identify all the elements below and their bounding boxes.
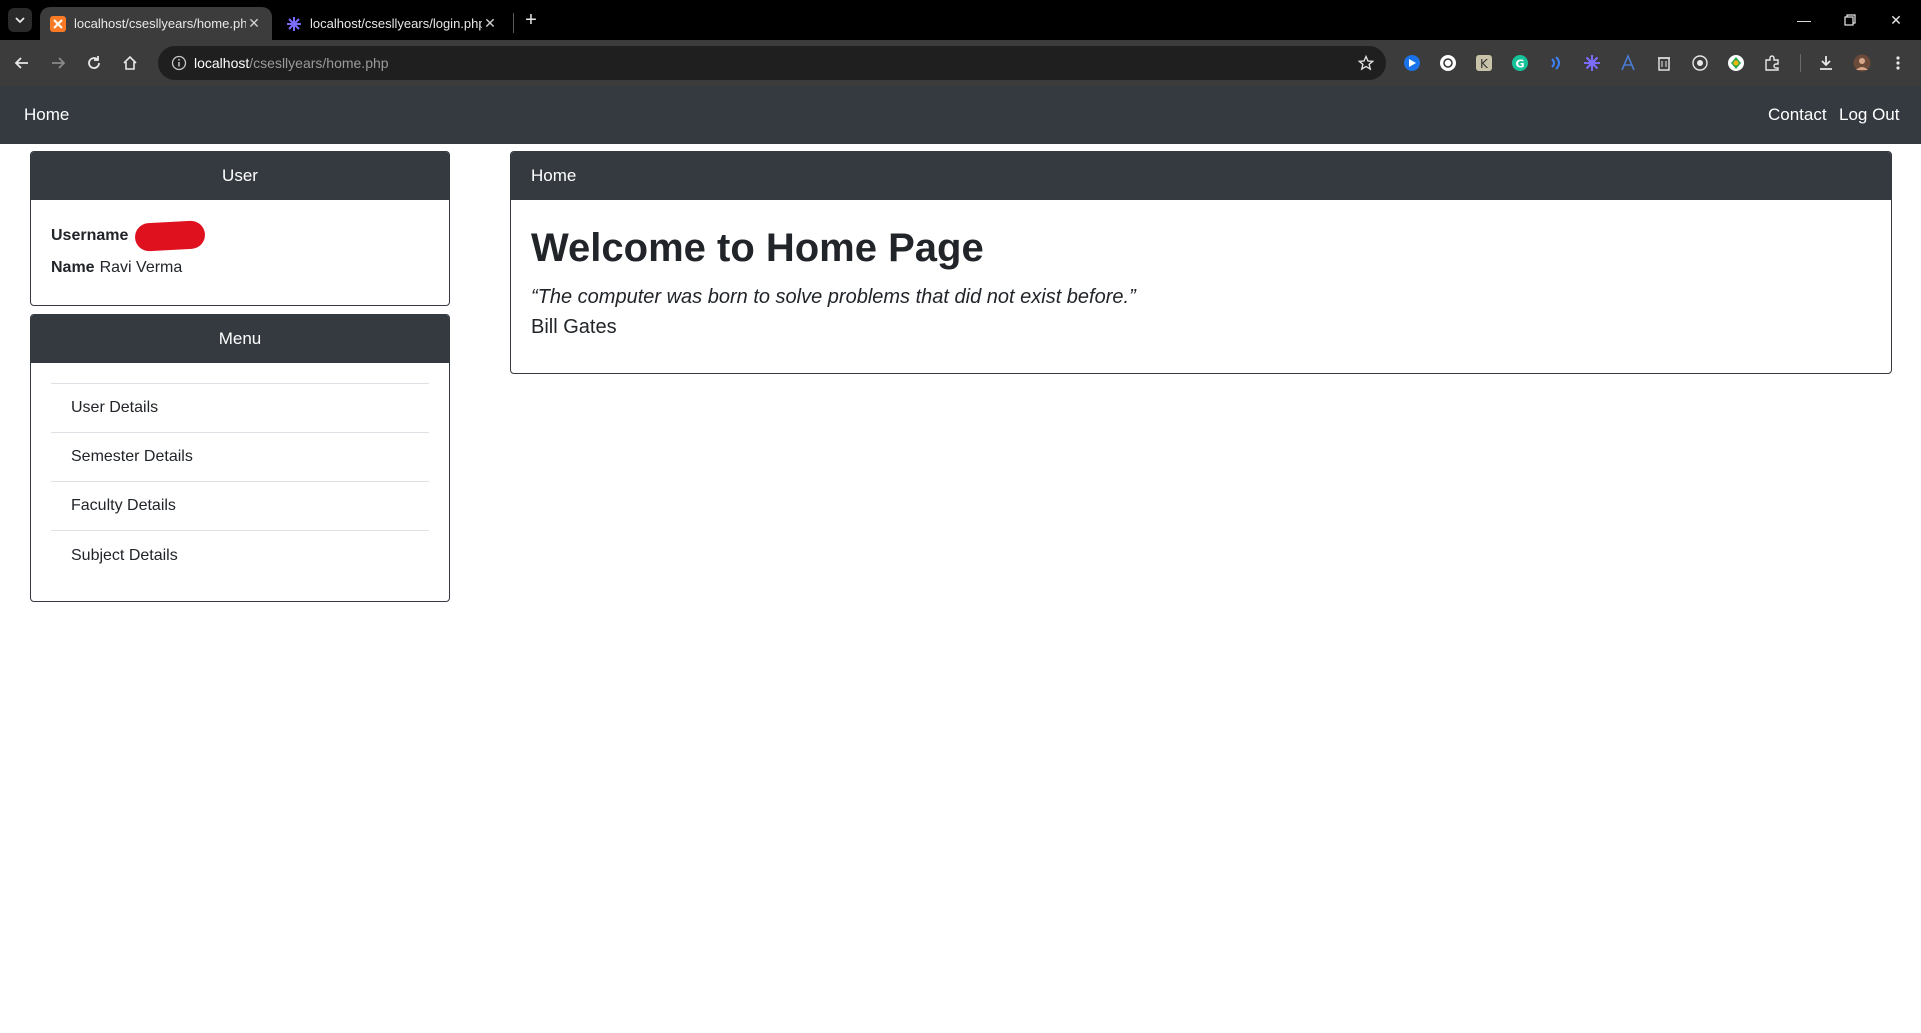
main-card-header: Home [511, 152, 1891, 200]
browser-toolbar: localhost/csesllyears/home.php K G [0, 40, 1921, 86]
menu-item-user-details[interactable]: User Details [51, 384, 429, 433]
new-tab-button[interactable]: + [520, 9, 542, 31]
username-redaction [134, 220, 207, 252]
extension-gear-icon[interactable] [1581, 52, 1603, 74]
menu-item-subject-details[interactable]: Subject Details [51, 531, 429, 580]
name-row: Name Ravi Verma [51, 252, 429, 284]
extension-grammarly-icon[interactable]: G [1509, 52, 1531, 74]
tab-close-icon[interactable]: ✕ [482, 15, 498, 32]
tab-close-icon[interactable]: ✕ [246, 15, 262, 32]
nav-contact-link[interactable]: Contact [1768, 105, 1827, 125]
name-label: Name [51, 259, 95, 276]
svg-text:G: G [1516, 58, 1525, 71]
main-card-body: Welcome to Home Page “The computer was b… [511, 200, 1891, 364]
extension-voice-icon[interactable] [1545, 52, 1567, 74]
toolbar-separator [1800, 54, 1801, 72]
reload-icon[interactable] [82, 51, 106, 75]
extension-trash-icon[interactable] [1653, 52, 1675, 74]
nav-home-link[interactable]: Home [24, 105, 69, 125]
url-path: /csesllyears/home.php [249, 55, 389, 71]
download-icon[interactable] [1815, 52, 1837, 74]
user-card: User Username Name Ravi Verma [30, 151, 450, 306]
kebab-menu-icon[interactable] [1887, 52, 1909, 74]
chevron-down-icon [15, 17, 25, 24]
tab-title: localhost/csesllyears/home.php [74, 16, 246, 31]
home-icon[interactable] [118, 51, 142, 75]
tab-search-button[interactable] [8, 8, 32, 32]
profile-avatar-icon[interactable] [1851, 52, 1873, 74]
minimize-icon[interactable]: — [1782, 0, 1826, 40]
close-window-icon[interactable]: ✕ [1874, 0, 1918, 40]
site-navbar: Home Contact Log Out [0, 86, 1921, 144]
user-card-body: Username Name Ravi Verma [31, 200, 449, 304]
extension-k-icon[interactable]: K [1473, 52, 1495, 74]
quote-author: Bill Gates [531, 316, 617, 338]
user-card-header: User [31, 152, 449, 200]
extension-circle-icon[interactable] [1437, 52, 1459, 74]
tab-login[interactable]: localhost/csesllyears/login.php ✕ [276, 7, 508, 40]
page-title: Welcome to Home Page [531, 226, 984, 270]
restore-icon[interactable] [1828, 0, 1872, 40]
nav-logout-link[interactable]: Log Out [1839, 105, 1900, 125]
menu-card: Menu User Details Semester Details Facul… [30, 314, 450, 602]
tab-separator [513, 13, 514, 33]
browser-tabstrip: localhost/csesllyears/home.php ✕ localho… [0, 0, 1921, 40]
gear-favicon-icon [286, 16, 302, 32]
extension-target-icon[interactable] [1689, 52, 1711, 74]
svg-text:K: K [1480, 57, 1489, 71]
main-card: Home Welcome to Home Page “The computer … [510, 151, 1892, 374]
extension-colorful-icon[interactable] [1725, 52, 1747, 74]
site-info-icon[interactable] [170, 54, 188, 72]
username-label: Username [51, 227, 129, 244]
url-text: localhost/csesllyears/home.php [194, 55, 389, 71]
xampp-favicon-icon [50, 15, 66, 32]
tab-title: localhost/csesllyears/login.php [310, 16, 482, 31]
menu-item-semester-details[interactable]: Semester Details [51, 433, 429, 482]
forward-arrow-icon[interactable] [46, 51, 70, 75]
extension-a-icon[interactable] [1617, 52, 1639, 74]
address-bar[interactable]: localhost/csesllyears/home.php [158, 46, 1386, 80]
extension-cast-icon[interactable] [1401, 52, 1423, 74]
menu-item-faculty-details[interactable]: Faculty Details [51, 482, 429, 531]
menu-list: User Details Semester Details Faculty De… [51, 383, 429, 580]
bookmark-star-icon[interactable] [1356, 53, 1376, 73]
name-value: Ravi Verma [99, 259, 183, 276]
menu-card-header: Menu [31, 315, 449, 363]
back-arrow-icon[interactable] [10, 51, 34, 75]
tab-home[interactable]: localhost/csesllyears/home.php ✕ [40, 7, 272, 40]
url-host: localhost [194, 55, 250, 71]
extensions-puzzle-icon[interactable] [1761, 52, 1783, 74]
username-row: Username [51, 220, 429, 252]
quote-text: “The computer was born to solve problems… [531, 286, 1136, 308]
